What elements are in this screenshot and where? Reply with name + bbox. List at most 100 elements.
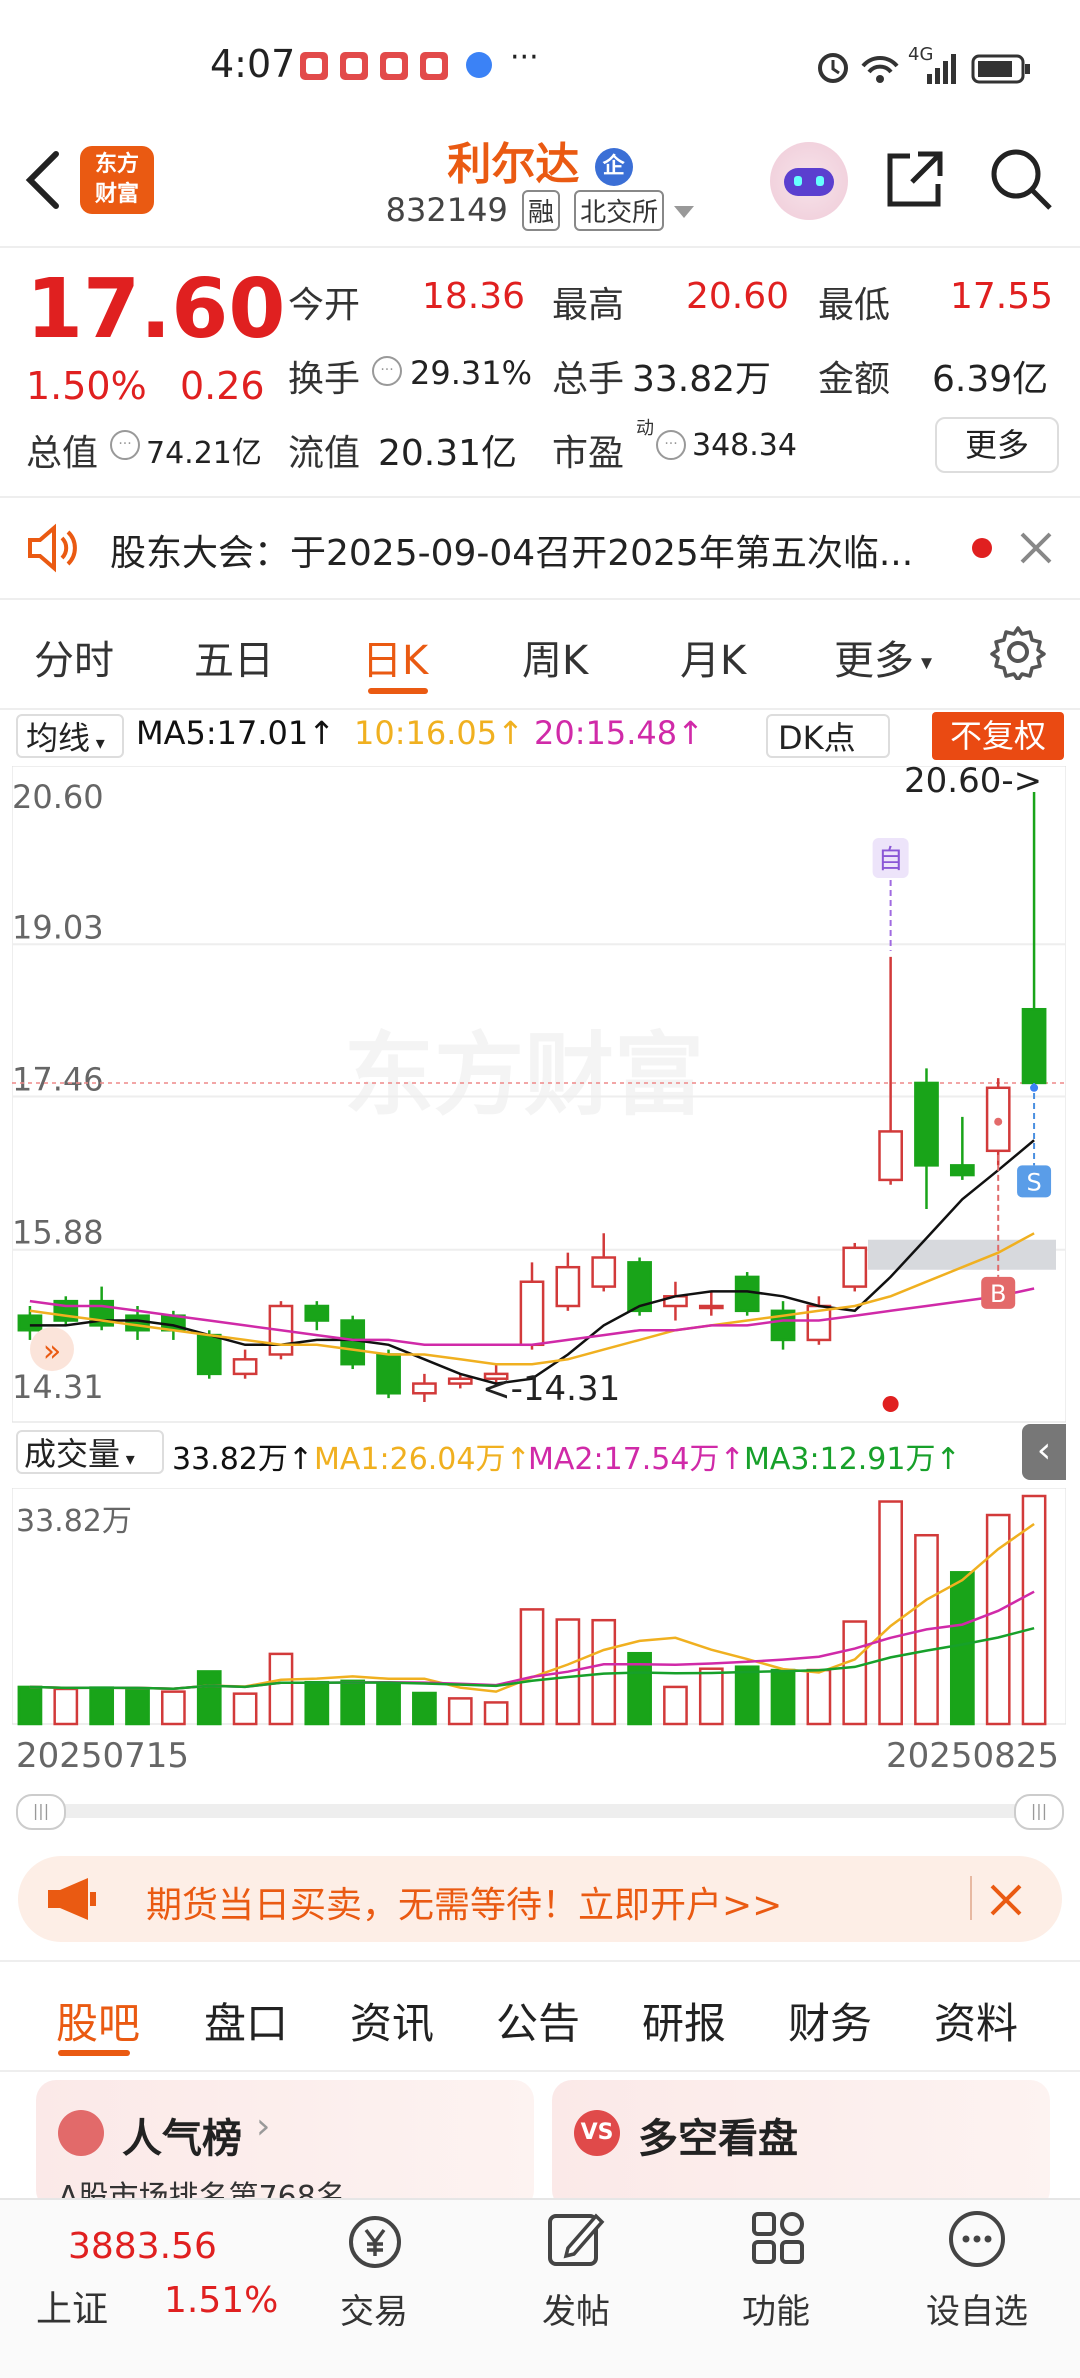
volume-bar[interactable] bbox=[949, 1571, 975, 1726]
index-value[interactable]: 3883.56 bbox=[68, 2226, 217, 2267]
volume-bar[interactable] bbox=[161, 1690, 186, 1726]
volume-max-label: 33.82万 bbox=[16, 1504, 132, 1539]
signal-dot bbox=[882, 1396, 899, 1412]
candle[interactable] bbox=[519, 1280, 545, 1347]
volume-bar[interactable] bbox=[770, 1668, 796, 1726]
info-icon[interactable]: ··· bbox=[110, 430, 140, 460]
post-label[interactable]: 发帖 bbox=[542, 2284, 610, 2333]
high-annotation: 20.60-> bbox=[904, 766, 1042, 801]
info-icon[interactable]: ··· bbox=[656, 430, 686, 460]
candle[interactable] bbox=[447, 1377, 473, 1385]
index-change[interactable]: 1.51% bbox=[164, 2280, 278, 2321]
candle[interactable] bbox=[734, 1275, 760, 1313]
tab-five-day[interactable]: 五日 bbox=[194, 628, 274, 686]
low-annotation: <-14.31 bbox=[482, 1369, 620, 1409]
volume-bar[interactable] bbox=[304, 1680, 330, 1726]
volume-bar[interactable] bbox=[483, 1701, 509, 1726]
trade-label[interactable]: 交易 bbox=[340, 2284, 408, 2333]
candle[interactable] bbox=[376, 1353, 401, 1395]
assistant-avatar-icon[interactable] bbox=[770, 142, 848, 220]
volume-bar[interactable] bbox=[412, 1691, 437, 1726]
info-icon[interactable]: ··· bbox=[372, 356, 402, 386]
volume-bar[interactable] bbox=[125, 1687, 150, 1726]
tab-daily-k[interactable]: 日K bbox=[362, 628, 428, 686]
candle[interactable] bbox=[878, 1130, 903, 1182]
bull-bear-card[interactable] bbox=[552, 2080, 1050, 2210]
tab-finance[interactable]: 财务 bbox=[788, 1990, 872, 2051]
ranking-icon bbox=[58, 2110, 104, 2156]
volume-chart[interactable] bbox=[12, 1488, 1066, 1726]
function-label[interactable]: 功能 bbox=[742, 2284, 810, 2333]
volume-bar[interactable] bbox=[878, 1500, 903, 1726]
tab-orderbook[interactable]: 盘口 bbox=[204, 1990, 288, 2051]
tab-monthly-k[interactable]: 月K bbox=[680, 628, 746, 686]
range-scrollbar[interactable] bbox=[16, 1804, 1062, 1818]
notice-text[interactable]: 股东大会：于2025-09-04召开2025年第五次临... bbox=[110, 524, 913, 576]
volume-bar[interactable] bbox=[89, 1686, 115, 1726]
collapse-panel-button[interactable]: ‹ bbox=[1022, 1424, 1066, 1480]
promo-text[interactable]: 期货当日买卖，无需等待！立即开户>> bbox=[146, 1876, 782, 1928]
volume-bar[interactable] bbox=[53, 1687, 79, 1726]
candle[interactable] bbox=[555, 1265, 581, 1308]
high-value: 20.60 bbox=[686, 276, 790, 317]
tab-announcements[interactable]: 公告 bbox=[496, 1990, 580, 2051]
range-handle-left[interactable]: ||| bbox=[16, 1794, 66, 1830]
watchlist-icon[interactable] bbox=[946, 2208, 1008, 2270]
share-icon[interactable] bbox=[882, 146, 948, 212]
candle[interactable] bbox=[842, 1246, 868, 1288]
volume-bar[interactable] bbox=[842, 1620, 868, 1726]
tab-weekly-k[interactable]: 周K bbox=[522, 628, 588, 686]
candle[interactable] bbox=[125, 1314, 150, 1332]
ma-select[interactable]: 均线 ▾ bbox=[16, 714, 124, 758]
candle[interactable] bbox=[304, 1304, 330, 1322]
volume-bar[interactable] bbox=[232, 1692, 258, 1726]
candle[interactable] bbox=[196, 1333, 222, 1376]
low-value: 17.55 bbox=[950, 276, 1054, 317]
settings-gear-icon[interactable] bbox=[990, 624, 1046, 680]
volume-bar[interactable] bbox=[196, 1670, 222, 1726]
volume-bar[interactable] bbox=[268, 1652, 294, 1726]
volume-bar[interactable] bbox=[376, 1682, 401, 1726]
tab-profile[interactable]: 资料 bbox=[934, 1990, 1018, 2051]
tab-news[interactable]: 资讯 bbox=[350, 1990, 434, 2051]
tab-intraday[interactable]: 分时 bbox=[34, 628, 114, 686]
volume-bar[interactable] bbox=[17, 1685, 43, 1726]
candle[interactable] bbox=[591, 1256, 617, 1288]
tab-forum[interactable]: 股吧 bbox=[56, 1990, 140, 2051]
adjust-mode-button[interactable]: 不复权 bbox=[932, 712, 1064, 760]
dk-point-toggle[interactable]: DK点 bbox=[766, 714, 890, 758]
candle[interactable] bbox=[914, 1081, 939, 1167]
volume-bar[interactable] bbox=[591, 1618, 617, 1726]
volume-bar[interactable] bbox=[519, 1608, 545, 1726]
volume-bar[interactable] bbox=[985, 1513, 1011, 1726]
tab-research[interactable]: 研报 bbox=[642, 1990, 726, 2051]
close-icon[interactable] bbox=[988, 1882, 1024, 1918]
candle[interactable] bbox=[698, 1304, 724, 1310]
volume-bar[interactable] bbox=[734, 1665, 760, 1726]
volume-bar[interactable] bbox=[340, 1679, 366, 1726]
range-handle-right[interactable]: ||| bbox=[1014, 1794, 1064, 1830]
candle[interactable] bbox=[340, 1319, 366, 1366]
candle[interactable] bbox=[1021, 1007, 1047, 1085]
more-quote-button[interactable]: 更多 bbox=[935, 417, 1059, 473]
function-grid-icon[interactable] bbox=[748, 2208, 808, 2268]
kline-chart[interactable]: 东方财富 20.60 19.03 17.46 15.88 14.31 20.60-> <-… bbox=[12, 766, 1066, 1426]
dropdown-icon[interactable] bbox=[674, 206, 695, 218]
candle[interactable] bbox=[949, 1164, 975, 1177]
tab-more[interactable]: 更多 ▾ bbox=[834, 628, 932, 686]
trade-yen-icon[interactable] bbox=[342, 2212, 408, 2272]
indicator-select[interactable]: 成交量 ▾ bbox=[16, 1430, 164, 1474]
volume-bar[interactable] bbox=[447, 1697, 473, 1726]
search-icon[interactable] bbox=[988, 146, 1054, 212]
candle[interactable] bbox=[17, 1314, 43, 1332]
vs-icon: VS bbox=[574, 2110, 620, 2156]
volume-bar[interactable] bbox=[698, 1667, 724, 1726]
candle[interactable] bbox=[232, 1358, 258, 1376]
index-name[interactable]: 上证 bbox=[36, 2280, 108, 2332]
volume-bar[interactable] bbox=[663, 1685, 688, 1726]
post-edit-icon[interactable] bbox=[546, 2208, 606, 2270]
volume-bar[interactable] bbox=[806, 1668, 832, 1726]
close-icon[interactable] bbox=[1016, 528, 1056, 568]
watchlist-label[interactable]: 设自选 bbox=[926, 2284, 1028, 2333]
candle[interactable] bbox=[412, 1382, 437, 1395]
